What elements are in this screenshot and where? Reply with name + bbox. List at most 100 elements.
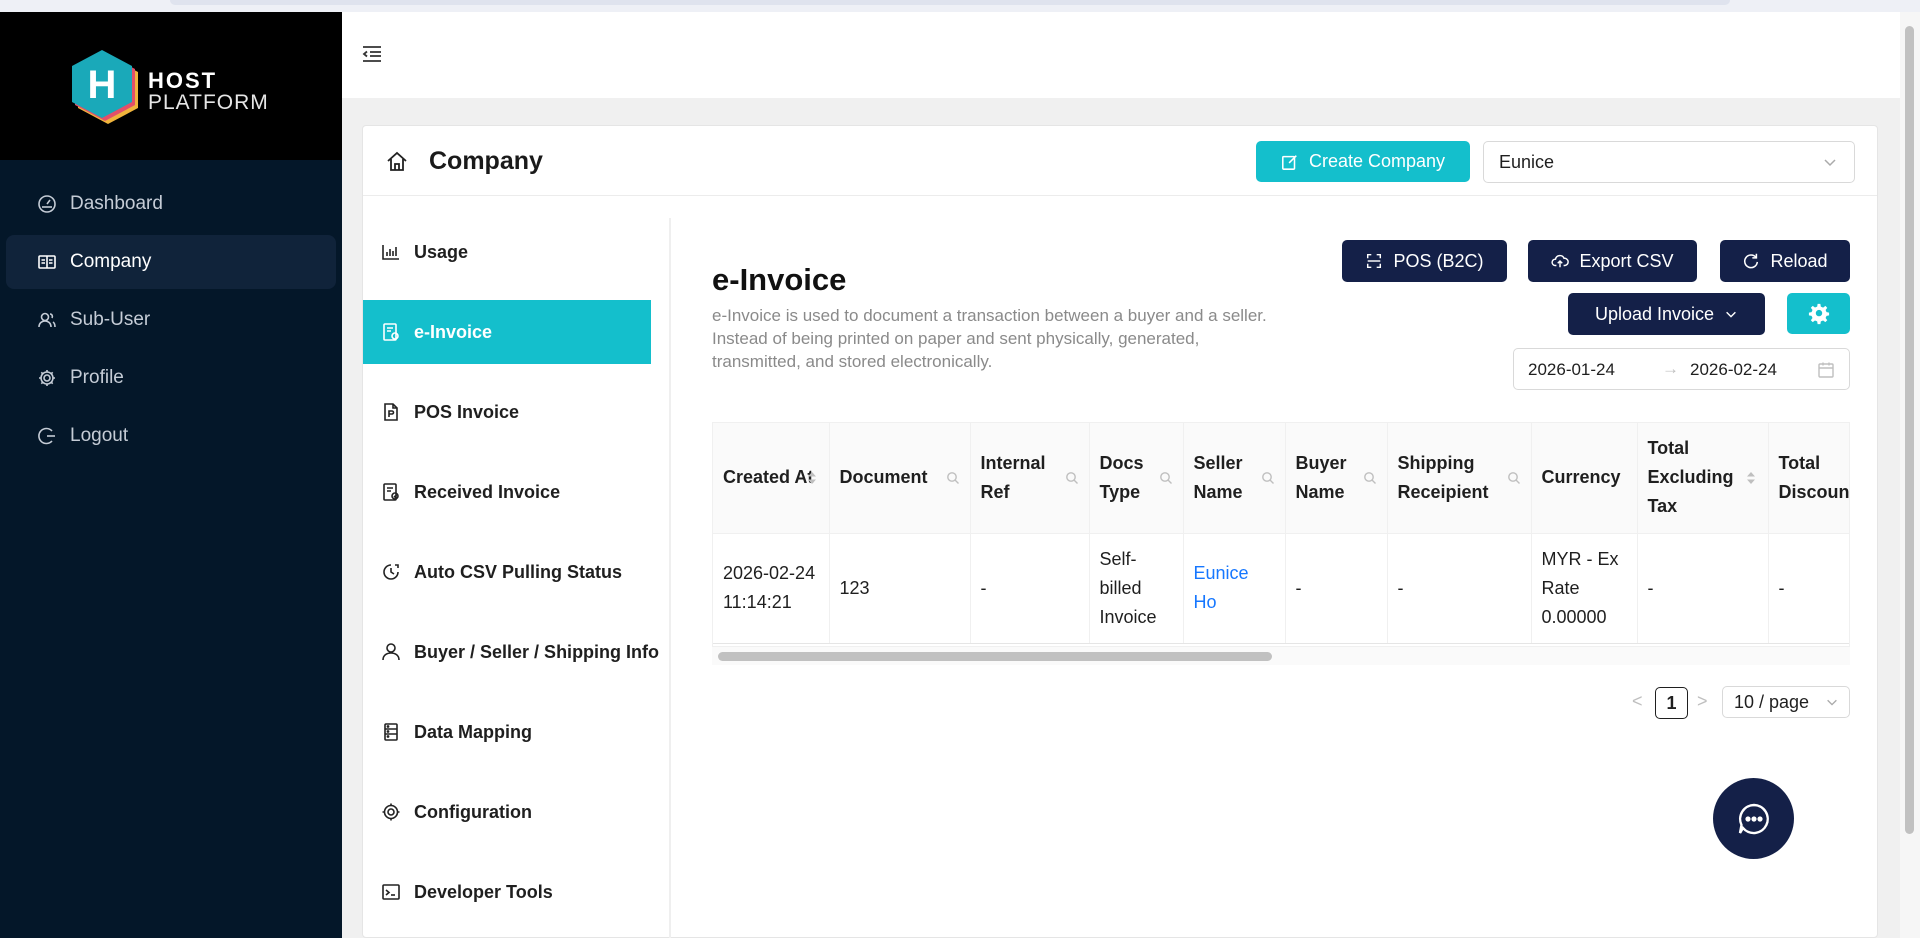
- chevron-down-icon: [1824, 159, 1836, 167]
- sidebar-item-label: Company: [70, 251, 152, 272]
- cell-currency: MYR - Ex Rate 0.00000: [1531, 533, 1638, 644]
- pos-b2c-button[interactable]: POS (B2C): [1342, 240, 1507, 282]
- table-row[interactable]: 2026-02-24 11:14:21 123 - Self-billed In…: [713, 533, 1849, 644]
- upload-invoice-label: Upload Invoice: [1594, 303, 1715, 324]
- sidebar-item-logout[interactable]: Logout: [6, 409, 336, 463]
- scrollbar-thumb[interactable]: [718, 652, 1272, 661]
- logo-line2: PLATFORM: [148, 91, 269, 114]
- column-header-label: Total Excluding Tax: [1647, 438, 1734, 517]
- sidebar-item-sub-user[interactable]: Sub-User: [6, 293, 336, 347]
- menu-item-configuration[interactable]: Configuration: [363, 780, 669, 844]
- table-horizontal-scrollbar[interactable]: [712, 647, 1850, 665]
- host-platform-logo-icon: H: [72, 50, 138, 124]
- search-icon[interactable]: [1159, 471, 1173, 485]
- sidebar-nav: Dashboard Company Sub-User Profile Logou…: [0, 177, 342, 467]
- column-header-label: Total Discoun: [1778, 452, 1850, 502]
- search-icon[interactable]: [1065, 471, 1079, 485]
- cell-buyer-name: -: [1285, 533, 1388, 644]
- users-icon: [36, 309, 58, 331]
- cell-seller-name-link[interactable]: Eunice Ho: [1183, 533, 1286, 644]
- reload-icon: [1744, 253, 1759, 269]
- menu-item-label: Configuration: [414, 801, 532, 822]
- column-header-currency[interactable]: Currency: [1531, 423, 1638, 534]
- cell-shipping-receipient: -: [1387, 533, 1532, 644]
- menu-item-received-invoice[interactable]: Received Invoice: [363, 460, 669, 524]
- date-to[interactable]: 2026-02-24: [1690, 360, 1777, 380]
- column-header-created-at[interactable]: Created At: [713, 423, 830, 534]
- column-header-total-excluding-tax[interactable]: Total Excluding Tax: [1637, 423, 1769, 534]
- column-header-buyer-name[interactable]: Buyer Name: [1285, 423, 1388, 534]
- sidebar-item-company[interactable]: Company: [6, 235, 336, 289]
- received-file-icon: [381, 482, 401, 502]
- cell-internal-ref: -: [970, 533, 1090, 644]
- menu-item-auto-csv-pulling-status[interactable]: Auto CSV Pulling Status: [363, 540, 669, 604]
- column-header-docs-type[interactable]: Docs Type: [1089, 423, 1184, 534]
- chat-support-button[interactable]: [1713, 778, 1794, 859]
- logo-line1: HOST: [148, 68, 218, 93]
- date-range-picker[interactable]: 2026-01-24 → 2026-02-24: [1513, 348, 1850, 390]
- menu-item-label: POS Invoice: [414, 401, 520, 422]
- column-header-total-discount[interactable]: Total Discoun: [1768, 423, 1850, 534]
- export-csv-button[interactable]: Export CSV: [1528, 240, 1697, 282]
- column-header-label: Shipping Receipient: [1397, 452, 1489, 502]
- reload-button[interactable]: Reload: [1720, 240, 1850, 282]
- invoice-icon: [381, 322, 401, 342]
- window-scrollbar-thumb[interactable]: [1905, 26, 1914, 834]
- chat-icon: [1738, 803, 1769, 834]
- menu-item-buyer-seller-shipping-info[interactable]: Buyer / Seller / Shipping Info: [363, 620, 669, 684]
- menu-item-label: Usage: [414, 241, 469, 262]
- invoice-table: Created At Document Internal Ref Docs Ty…: [712, 422, 1850, 647]
- menu-item-label: Developer Tools: [414, 881, 553, 902]
- menu-item-usage[interactable]: Usage: [363, 220, 669, 284]
- pos-file-icon: [381, 402, 401, 422]
- bar-chart-icon: [381, 242, 401, 262]
- table-header-row: Created At Document Internal Ref Docs Ty…: [713, 423, 1850, 534]
- scan-icon: [1367, 253, 1382, 269]
- export-csv-label: Export CSV: [1579, 250, 1674, 271]
- top-header: [342, 12, 1900, 98]
- sort-icon[interactable]: [805, 471, 819, 485]
- browser-address-pill: [170, 0, 1730, 5]
- upload-invoice-button[interactable]: Upload Invoice: [1568, 293, 1765, 335]
- column-header-shipping-receipient[interactable]: Shipping Receipient: [1387, 423, 1532, 534]
- column-header-label: Buyer Name: [1295, 452, 1347, 502]
- pagination-prev-button[interactable]: <: [1632, 691, 1646, 715]
- menu-fold-icon[interactable]: [360, 42, 384, 66]
- pagination-page-1[interactable]: 1: [1655, 687, 1688, 719]
- search-icon[interactable]: [946, 471, 960, 485]
- create-company-button[interactable]: Create Company: [1256, 141, 1470, 182]
- search-icon[interactable]: [1507, 471, 1521, 485]
- settings-button[interactable]: [1787, 293, 1850, 334]
- gear-icon: [36, 367, 58, 389]
- menu-item-pos-invoice[interactable]: POS Invoice: [363, 380, 669, 444]
- logo-area: H HOST PLATFORM: [0, 12, 342, 160]
- sidebar-item-dashboard[interactable]: Dashboard: [6, 177, 336, 231]
- logo-text: HOST PLATFORM: [148, 70, 269, 114]
- pagination-next-button[interactable]: >: [1697, 691, 1711, 715]
- sidebar-item-profile[interactable]: Profile: [6, 351, 336, 405]
- column-header-label: Internal Ref: [980, 452, 1046, 502]
- search-icon[interactable]: [1363, 471, 1377, 485]
- user-icon: [381, 642, 401, 662]
- search-icon[interactable]: [1261, 471, 1275, 485]
- calendar-icon: [1818, 362, 1834, 378]
- cell-docs-type: Self-billed Invoice: [1089, 533, 1184, 644]
- sort-icon[interactable]: [1744, 471, 1758, 485]
- page-size-select[interactable]: 10 / page: [1722, 686, 1850, 718]
- inner-menu-divider: [669, 218, 671, 938]
- company-select[interactable]: Eunice: [1483, 141, 1855, 183]
- menu-item-e-invoice[interactable]: e-Invoice: [363, 300, 651, 364]
- window-vertical-scrollbar[interactable]: [1900, 12, 1920, 938]
- menu-item-label: Buyer / Seller / Shipping Info: [414, 641, 660, 662]
- cell-document: 123: [829, 533, 971, 644]
- menu-item-developer-tools[interactable]: Developer Tools: [363, 860, 669, 924]
- column-header-document[interactable]: Document: [829, 423, 971, 534]
- menu-item-data-mapping[interactable]: Data Mapping: [363, 700, 669, 764]
- date-from[interactable]: 2026-01-24: [1528, 360, 1615, 380]
- cell-total-discount: -: [1768, 533, 1849, 644]
- sidebar-item-label: Logout: [70, 425, 129, 446]
- column-header-seller-name[interactable]: Seller Name: [1183, 423, 1286, 534]
- column-header-internal-ref[interactable]: Internal Ref: [970, 423, 1090, 534]
- page-title: Company: [429, 147, 543, 175]
- invoice-table-grid: Created At Document Internal Ref Docs Ty…: [713, 423, 1850, 644]
